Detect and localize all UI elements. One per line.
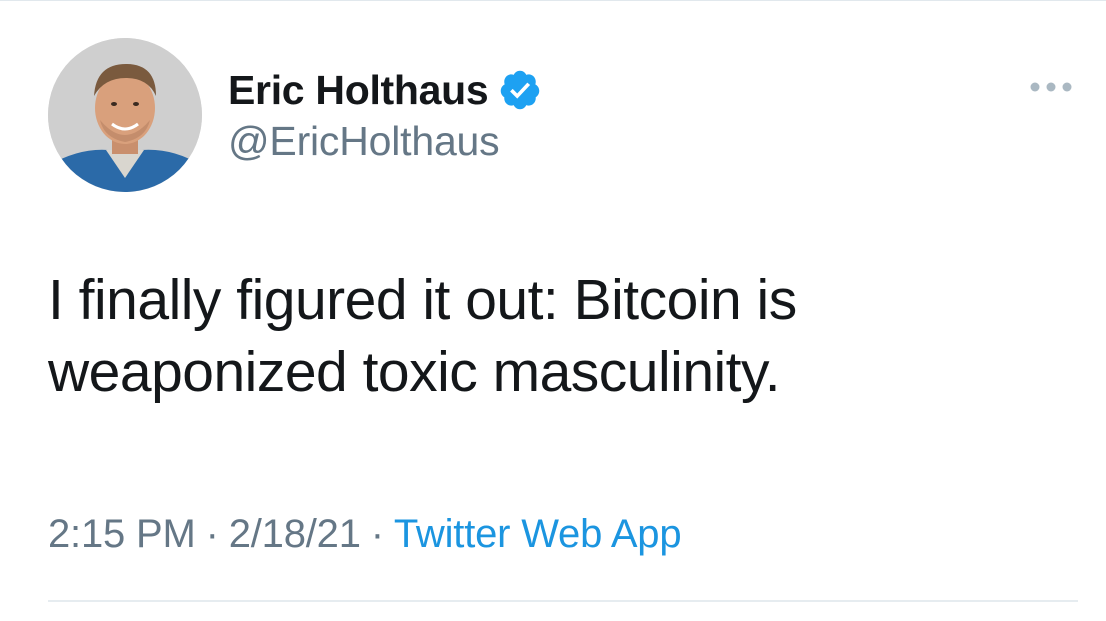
meta-separator: · <box>370 512 384 556</box>
author-handle[interactable]: @EricHolthaus <box>228 118 542 165</box>
tweet-text-line: I finally figured it out: Bitcoin is <box>48 268 797 332</box>
tweet-time[interactable]: 2:15 PM <box>48 512 196 556</box>
author-name[interactable]: Eric Holthaus <box>228 67 489 114</box>
tweet-text: I finally figured it out: Bitcoin is wea… <box>48 264 1048 408</box>
tweet-card: Eric Holthaus @EricHolthaus I finally fi… <box>0 0 1106 621</box>
tweet-text-line: weaponized toxic masculinity. <box>48 340 781 404</box>
avatar[interactable] <box>48 38 202 192</box>
avatar-photo <box>48 38 202 192</box>
more-horizontal-icon[interactable] <box>1028 79 1074 95</box>
name-row: Eric Holthaus <box>228 66 542 114</box>
meta-separator: · <box>205 512 219 556</box>
tweet-source-link[interactable]: Twitter Web App <box>394 512 682 556</box>
tweet-date[interactable]: 2/18/21 <box>229 512 361 556</box>
author-block: Eric Holthaus @EricHolthaus <box>228 66 542 165</box>
tweet-meta: 2:15 PM · 2/18/21 · Twitter Web App <box>48 512 682 557</box>
verified-badge-icon <box>498 68 542 112</box>
divider <box>48 600 1078 602</box>
